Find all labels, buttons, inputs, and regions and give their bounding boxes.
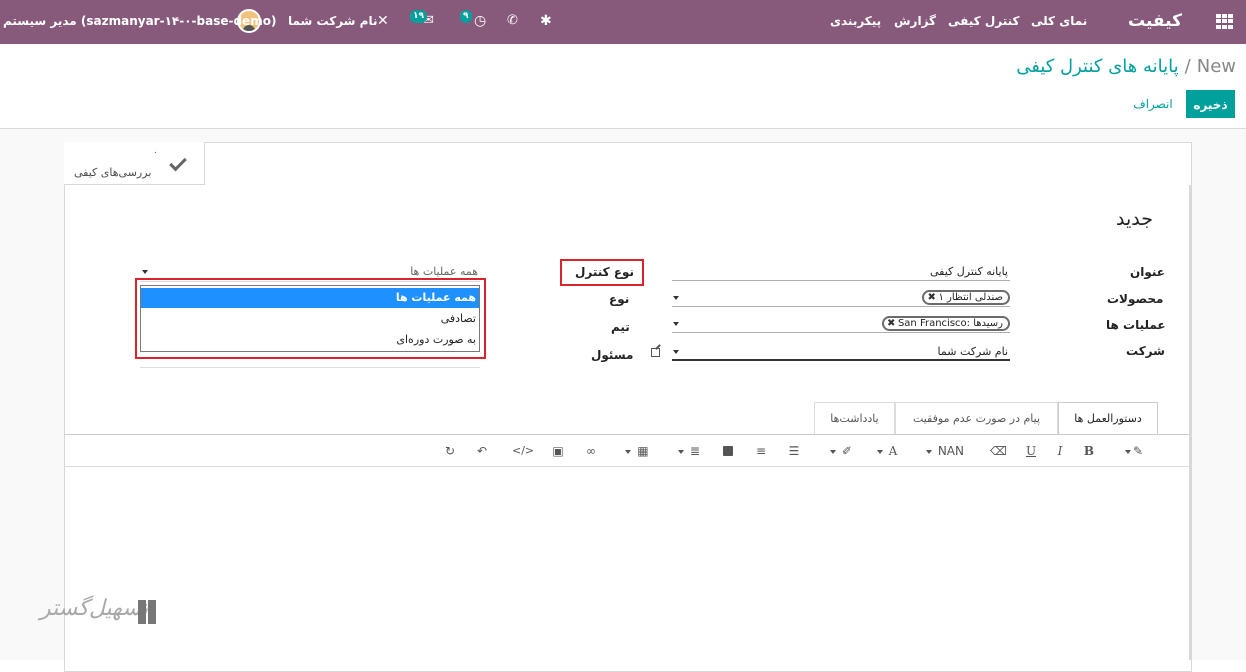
quality-checks-stat-button[interactable]: ۰ بررسی‌های کیفی (64, 142, 205, 185)
company-value: نام شرکت شما (937, 345, 1008, 358)
paragraph-align-icon[interactable]: ≣ (674, 443, 704, 459)
control-type-dropdown: همه عملیات ها تصادفی به صورت دوره‌ای (140, 285, 480, 352)
option-all-operations[interactable]: همه عملیات ها (141, 288, 479, 308)
control-type-value: همه عملیات ها (410, 265, 478, 278)
discard-button[interactable]: انصراف (1128, 90, 1178, 118)
italic-button[interactable]: I (1054, 443, 1066, 459)
font-size-value: NAN (937, 444, 964, 458)
operation-tag-remove-icon[interactable]: ✖ (887, 318, 895, 329)
company-switcher[interactable]: نام شرکت شما (288, 0, 377, 44)
breadcrumb-parent[interactable]: پایانه های کنترل کیفی (1016, 56, 1178, 77)
tabs-divider (64, 434, 1189, 435)
watermark-text: تسهیل‌گستر (40, 596, 149, 621)
numbered-list-icon[interactable]: ≡ (753, 443, 769, 459)
checklist-icon[interactable] (723, 446, 733, 456)
code-view-icon[interactable]: </> (512, 443, 534, 459)
menu-reporting[interactable]: گزارش (894, 0, 936, 44)
rich-text-editor[interactable] (65, 467, 1189, 660)
menu-quality-control[interactable]: کنترل کیفی (948, 0, 1019, 44)
label-company: شرکت (1126, 344, 1165, 358)
apps-menu-icon[interactable] (1216, 14, 1233, 29)
company-dropdown-caret[interactable] (673, 350, 679, 354)
redo-icon[interactable]: ↻ (442, 443, 458, 459)
products-input[interactable]: ✖ صندلی انتظار ۱ (672, 289, 1010, 307)
link-icon[interactable]: ∞ (583, 443, 599, 459)
table-icon[interactable]: ▦ (622, 443, 652, 459)
check-icon (169, 153, 187, 172)
product-tag-remove-icon[interactable]: ✖ (927, 292, 935, 303)
label-products: محصولات (1107, 292, 1164, 306)
products-dropdown-caret[interactable] (673, 296, 679, 300)
debug-bug-icon[interactable]: ✱ (540, 0, 552, 44)
menu-configuration[interactable]: پیکربندی (830, 0, 881, 44)
breadcrumb-separator: / (1184, 56, 1191, 77)
top-navbar: کیفیت نمای کلی کنترل کیفی گزارش پیکربندی… (0, 0, 1246, 44)
label-responsible: مسئول (591, 348, 634, 362)
quality-checks-label: بررسی‌های کیفی (74, 166, 152, 179)
sheet-right-border (1189, 185, 1191, 660)
save-button[interactable]: ذخیره (1186, 90, 1235, 118)
app-name[interactable]: کیفیت (1128, 0, 1182, 44)
activity-count-badge: ۹ (460, 10, 472, 23)
operations-dropdown-caret[interactable] (673, 322, 679, 326)
label-control-type: نوع کنترل (575, 265, 635, 279)
record-title: جدید (1116, 208, 1153, 230)
tab-failure-message[interactable]: پیام در صورت عدم موفقیت (895, 402, 1058, 435)
bullet-list-icon[interactable]: ☰ (786, 443, 802, 459)
label-name: عنوان (1130, 265, 1165, 279)
quality-checks-count: ۰ (153, 148, 158, 158)
option-random[interactable]: تصادفی (141, 309, 479, 329)
message-count-badge: ۱۹ (410, 10, 427, 23)
tab-instructions[interactable]: دستورالعمل ها (1058, 402, 1158, 435)
image-icon[interactable]: ▣ (550, 443, 566, 459)
option-periodic[interactable]: به صورت دوره‌ای (141, 330, 479, 350)
messages-icon[interactable]: ✉ (423, 0, 434, 44)
undo-icon[interactable]: ↶ (474, 443, 490, 459)
phone-icon[interactable]: ✆ (507, 0, 518, 44)
operation-tag: ✖ San Francisco: رسیدها (881, 316, 1010, 331)
paint-brush-icon[interactable]: ✐ (826, 443, 856, 459)
name-input[interactable]: پایانه کنترل کیفی (672, 263, 1010, 281)
label-operations: عملیات ها (1106, 318, 1166, 332)
watermark-logo (135, 596, 162, 634)
underline-button[interactable]: U (1024, 443, 1038, 459)
breadcrumb: پایانه های کنترل کیفی / New (1016, 56, 1236, 77)
label-team: تیم (611, 320, 630, 334)
font-size-dropdown[interactable]: NAN (922, 443, 968, 459)
font-color-dropdown[interactable]: A (872, 443, 902, 459)
bold-button[interactable]: B (1082, 443, 1096, 459)
control-type-caret[interactable] (142, 270, 148, 274)
product-tag: ✖ صندلی انتظار ۱ (922, 290, 1010, 305)
activity-clock-icon[interactable]: ◷ (474, 0, 486, 44)
company-switch-icon[interactable]: ✕ (377, 0, 389, 44)
name-value: پایانه کنترل کیفی (929, 265, 1008, 278)
user-menu[interactable]: مدیر سیستم (sazmanyar-۱۴-۰-base-demo) (3, 0, 276, 44)
company-input[interactable]: نام شرکت شما (672, 343, 1010, 361)
menu-overview[interactable]: نمای کلی (1031, 0, 1087, 44)
operations-input[interactable]: ✖ San Francisco: رسیدها (672, 315, 1010, 333)
magic-wand-icon[interactable]: ✎ (1121, 443, 1147, 459)
tab-notes[interactable]: یادداشت‌ها (814, 402, 895, 435)
font-color-value: A (888, 444, 898, 458)
breadcrumb-current: New (1196, 56, 1236, 77)
eraser-icon[interactable]: ⌫ (990, 443, 1007, 459)
operation-tag-label: San Francisco: رسیدها (897, 318, 1003, 329)
external-link-icon[interactable] (651, 348, 660, 357)
product-tag-label: صندلی انتظار ۱ (938, 292, 1003, 303)
label-type: نوع (609, 292, 630, 306)
